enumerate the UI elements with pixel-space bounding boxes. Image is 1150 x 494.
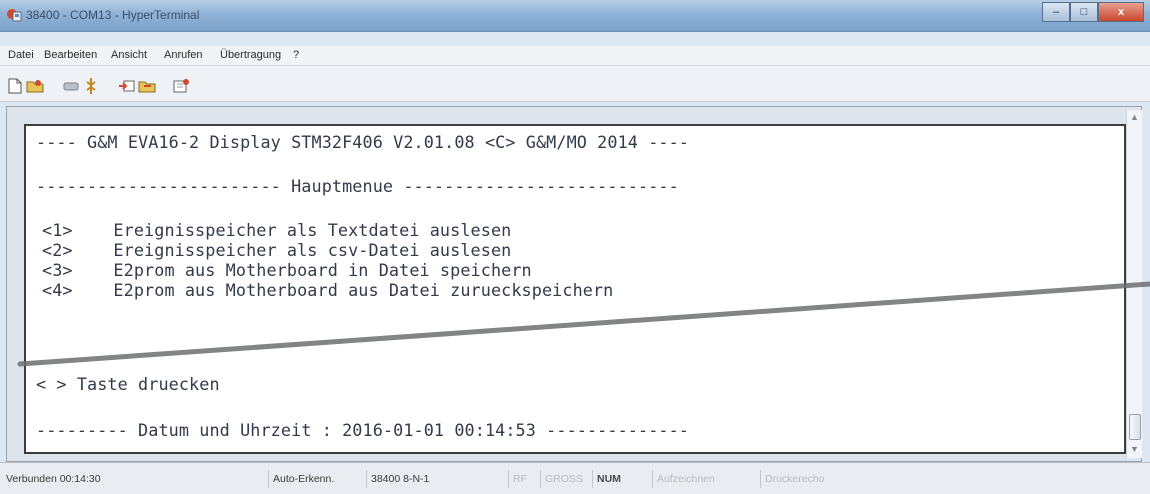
window-controls: – □ x [1042,2,1144,22]
status-baud: 38400 8-N-1 [366,470,429,488]
terminal-header-line: ---- G&M EVA16-2 Display STM32F406 V2.01… [36,132,690,152]
open-folder-icon[interactable] [26,78,44,94]
properties-icon[interactable] [172,78,190,94]
hyperterminal-window: 38400 - COM13 - HyperTerminal – □ x Date… [0,0,1150,494]
status-rf: RF [508,470,527,488]
close-button[interactable]: x [1098,2,1144,22]
phone-icon[interactable] [62,78,80,94]
terminal-option-4: <4> E2prom aus Motherboard aus Datei zur… [42,280,614,300]
terminal-datetime-line: --------- Datum und Uhrzeit : 2016-01-01… [36,420,690,440]
vertical-scrollbar[interactable]: ▲ ▼ [1126,110,1142,458]
scroll-thumb[interactable] [1129,414,1141,440]
title-bar[interactable]: 38400 - COM13 - HyperTerminal – □ x [0,0,1150,32]
status-caps: GROSS [540,470,583,488]
status-num: NUM [592,470,621,488]
status-print-echo: Druckerecho [760,470,825,488]
status-bar: Verbunden 00:14:30 Auto-Erkenn. 38400 8-… [0,462,1150,494]
scroll-down-icon[interactable]: ▼ [1130,444,1139,454]
menu-help[interactable]: ? [293,49,299,61]
scroll-up-icon[interactable]: ▲ [1130,112,1139,122]
terminal-option-2: <2> Ereignisspeicher als csv-Datei ausle… [42,240,512,260]
receive-file-icon[interactable] [138,78,156,94]
menu-bar: Datei Bearbeiten Ansicht Anrufen Übertra… [0,46,1150,66]
menu-datei[interactable]: Datei [8,49,34,61]
terminal-option-1: <1> Ereignisspeicher als Textdatei ausle… [42,220,512,240]
terminal-screen[interactable]: ---- G&M EVA16-2 Display STM32F406 V2.01… [24,124,1126,454]
terminal-menu-title-line: ------------------------ Hauptmenue ----… [36,176,679,196]
menu-bearbeiten[interactable]: Bearbeiten [44,49,97,61]
maximize-button[interactable]: □ [1070,2,1098,22]
window-title: 38400 - COM13 - HyperTerminal [26,8,200,22]
disconnect-icon[interactable] [82,78,100,94]
status-connected: Verbunden 00:14:30 [6,473,101,485]
menu-ansicht[interactable]: Ansicht [111,49,147,61]
status-auto-detect: Auto-Erkenn. [268,470,334,488]
status-record: Aufzeichnen [652,470,715,488]
terminal-prompt-line: < > Taste druecken [36,374,220,394]
new-document-icon[interactable] [6,78,24,94]
send-file-icon[interactable] [118,78,136,94]
toolbar [0,66,1150,102]
minimize-button[interactable]: – [1042,2,1070,22]
hyperterminal-icon [6,7,22,23]
menu-uebertragung[interactable]: Übertragung [220,49,281,61]
terminal-option-3: <3> E2prom aus Motherboard in Datei spei… [42,260,532,280]
menu-anrufen[interactable]: Anrufen [164,49,203,61]
